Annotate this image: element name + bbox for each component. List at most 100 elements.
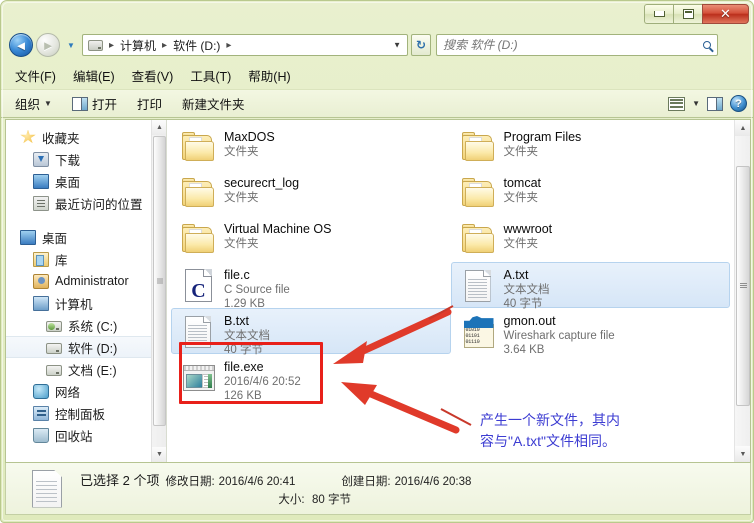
file-name: MaxDOS (224, 130, 275, 144)
file-name: Program Files (503, 130, 582, 144)
file-name: securecrt_log (224, 176, 300, 190)
close-button[interactable]: ✕ (702, 4, 749, 24)
sidebar-item-drive-c[interactable]: 系统 (C:) (6, 314, 166, 336)
sidebar-item-administrator[interactable]: Administrator (6, 270, 166, 292)
sidebar-item-computer[interactable]: 计算机 (6, 292, 166, 314)
breadcrumb-item-drive[interactable]: 软件 (D:) (171, 36, 222, 55)
scroll-down-icon[interactable]: ▼ (735, 446, 750, 462)
arrow-left-icon: ◄ (14, 37, 28, 53)
file-size: 126 KB (224, 390, 262, 402)
status-created-value: 2016/4/6 20:38 (394, 476, 472, 488)
sidebar-item-recycle-bin[interactable]: 回收站 (6, 424, 166, 446)
menu-edit[interactable]: 编辑(E) (73, 66, 115, 85)
sidebar-item-network[interactable]: 网络 (6, 380, 166, 402)
status-bar: 已选择 2 个项 修改日期: 2016/4/6 20:41 创建日期: 2016… (5, 463, 751, 515)
chevron-down-icon: ▼ (44, 99, 52, 108)
file-item-wwwroot[interactable]: wwwroot 文件夹 (451, 216, 731, 262)
sidebar-item-label: 控制面板 (55, 407, 106, 422)
sidebar-divider (6, 214, 166, 226)
back-button[interactable]: ◄ (9, 33, 33, 57)
toolbar-right-group: ▼ ? (668, 95, 747, 112)
folder-icon (180, 129, 216, 167)
recent-places-icon (33, 195, 49, 211)
menu-tools[interactable]: 工具(T) (190, 66, 231, 85)
menu-file[interactable]: 文件(F) (15, 66, 56, 85)
file-grid-empty-cell (451, 354, 731, 400)
file-item-file-c[interactable]: C file.c C Source file 1.29 KB (171, 262, 451, 310)
file-item-a-txt[interactable]: A.txt 文本文档 40 字节 (450, 262, 730, 310)
file-type: 文件夹 (503, 192, 539, 204)
chevron-down-icon[interactable]: ▼ (692, 99, 700, 108)
scroll-grip-icon (157, 278, 163, 284)
sidebar-item-label: 库 (55, 253, 68, 268)
file-pane-scrollbar[interactable]: ▲ ▼ (734, 120, 750, 462)
folder-icon (180, 221, 216, 259)
maximize-button[interactable] (673, 4, 702, 24)
scroll-grip-icon (740, 283, 747, 289)
search-input[interactable] (443, 38, 711, 52)
file-type: 文件夹 (503, 146, 539, 158)
status-selection-count: 已选择 2 个项 (80, 473, 160, 488)
drive-icon (46, 342, 62, 354)
file-name: B.txt (224, 314, 250, 328)
breadcrumb[interactable]: ▸ 计算机 ▸ 软件 (D:) ▸ ▼ (82, 34, 408, 56)
refresh-icon: ↻ (415, 38, 427, 52)
sidebar-item-recent-places[interactable]: 最近访问的位置 (6, 192, 166, 214)
sidebar-item-drive-e[interactable]: 文档 (E:) (6, 358, 166, 380)
status-size-label: 大小: (278, 494, 305, 506)
file-item-program-files[interactable]: Program Files 文件夹 (451, 124, 731, 170)
file-item-maxdos[interactable]: MaxDOS 文件夹 (171, 124, 451, 170)
file-pane-scroll-thumb[interactable] (736, 166, 750, 406)
file-item-b-txt[interactable]: B.txt 文本文档 40 字节 (171, 308, 451, 356)
preview-pane-icon[interactable] (707, 96, 723, 111)
desktop-icon (33, 173, 49, 189)
breadcrumb-item-computer[interactable]: 计算机 (118, 36, 158, 55)
search-box[interactable] (436, 34, 718, 56)
file-type: C Source file (224, 284, 290, 296)
file-name: tomcat (503, 176, 542, 190)
sidebar-item-favorites[interactable]: 收藏夹 (6, 126, 166, 148)
file-item-gmon-out[interactable]: 01010 01101 01110 gmon.out Wireshark captu… (451, 308, 731, 356)
forward-button[interactable]: ► (36, 33, 60, 57)
close-icon: ✕ (720, 6, 731, 21)
file-item-file-exe[interactable]: file.exe 2016/4/6 20:52 126 KB (171, 354, 451, 402)
refresh-button[interactable]: ↻ (411, 34, 431, 56)
print-button[interactable]: 打印 (137, 94, 162, 113)
sidebar-item-label: 系统 (C:) (68, 319, 118, 334)
history-dropdown-button[interactable]: ▼ (64, 36, 78, 54)
menu-view[interactable]: 查看(V) (132, 66, 174, 85)
star-icon (20, 129, 36, 144)
status-created-label: 创建日期: (341, 476, 391, 488)
open-button[interactable]: 打开 (71, 94, 117, 113)
desktop-icon (20, 229, 36, 245)
breadcrumb-dropdown-icon[interactable]: ▼ (393, 41, 401, 50)
new-folder-button[interactable]: 新建文件夹 (182, 94, 245, 113)
file-type: Wireshark capture file (503, 330, 615, 342)
scroll-down-icon[interactable]: ▼ (152, 447, 166, 462)
sidebar-item-downloads[interactable]: 下载 (6, 148, 166, 170)
arrow-right-icon: ► (41, 37, 55, 53)
scroll-up-icon[interactable]: ▲ (735, 120, 750, 136)
change-view-icon[interactable] (668, 96, 686, 111)
help-icon[interactable]: ? (730, 95, 747, 112)
folder-icon (460, 129, 496, 167)
sidebar-scrollbar[interactable]: ▲ ▼ (151, 120, 166, 462)
sidebar-item-label: 软件 (D:) (68, 341, 118, 356)
file-name: Virtual Machine OS (224, 222, 332, 236)
sidebar-item-control-panel[interactable]: 控制面板 (6, 402, 166, 424)
sidebar-item-desktop-fav[interactable]: 桌面 (6, 170, 166, 192)
sidebar-item-libraries[interactable]: 库 (6, 248, 166, 270)
scroll-up-icon[interactable]: ▲ (152, 120, 166, 135)
address-bar: ◄ ► ▼ ▸ 计算机 ▸ 软件 (D:) ▸ ▼ ↻ (1, 29, 753, 61)
sidebar-scroll-thumb[interactable] (153, 136, 166, 426)
minimize-button[interactable] (644, 4, 673, 24)
organize-button[interactable]: 组织 ▼ (15, 94, 52, 113)
file-item-securecrt-log[interactable]: securecrt_log 文件夹 (171, 170, 451, 216)
menu-help[interactable]: 帮助(H) (248, 66, 290, 85)
file-item-virtual-machine-os[interactable]: Virtual Machine OS 文件夹 (171, 216, 451, 262)
file-item-tomcat[interactable]: tomcat 文件夹 (451, 170, 731, 216)
folder-icon (460, 221, 496, 259)
sidebar-item-drive-d[interactable]: 软件 (D:) (6, 336, 166, 358)
sidebar-item-desktop[interactable]: 桌面 (6, 226, 166, 248)
new-folder-label: 新建文件夹 (181, 98, 245, 112)
